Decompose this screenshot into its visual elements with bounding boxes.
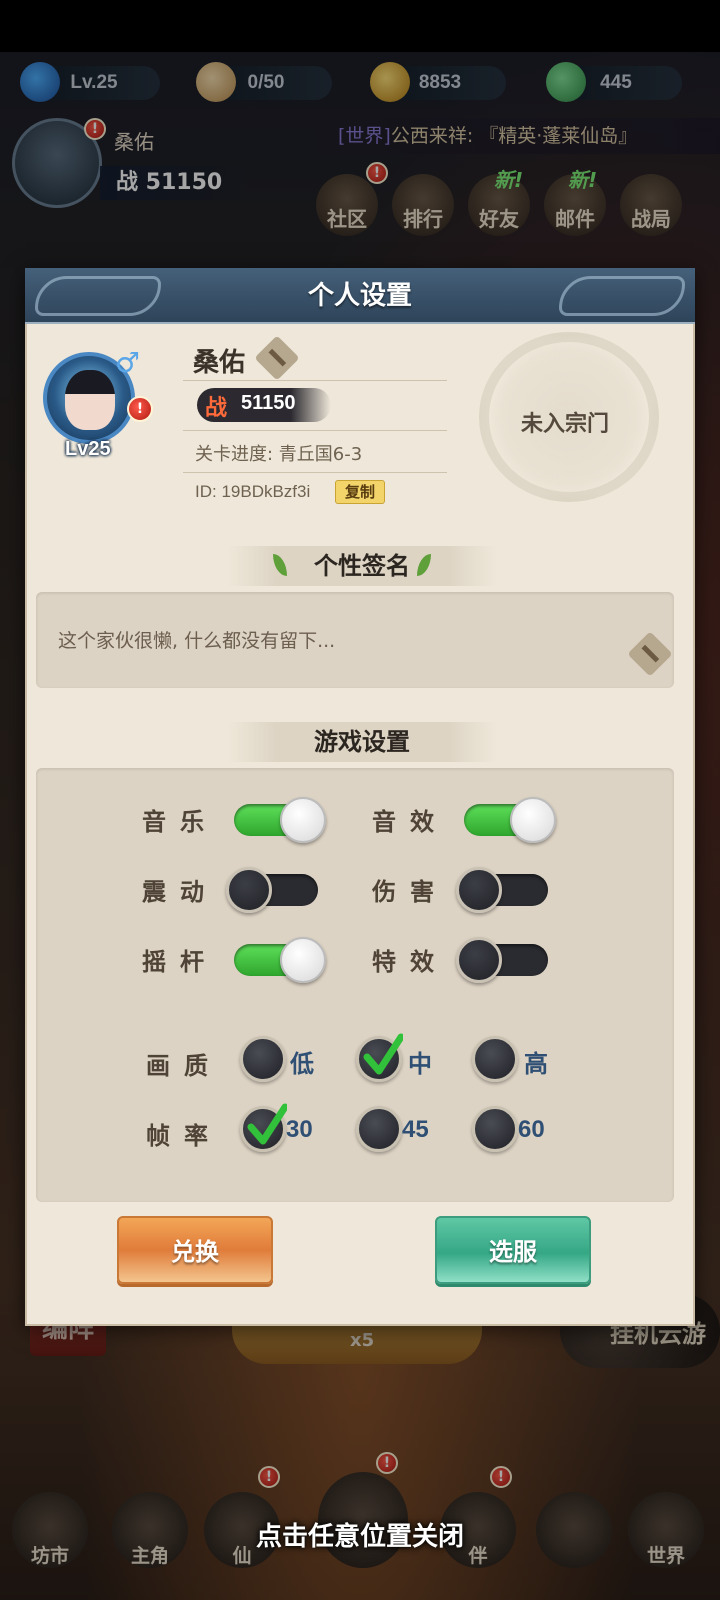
toggle-knob (226, 867, 272, 913)
divider (183, 380, 447, 381)
effects-label: 特效 (372, 947, 448, 976)
dialog-header: 个人设置 (25, 268, 695, 324)
sound-effect-toggle[interactable] (464, 797, 556, 843)
joystick-label: 摇杆 (142, 947, 218, 976)
quality-high-radio[interactable] (472, 1036, 518, 1082)
toggle-knob (280, 937, 326, 983)
quality-high-label: 高 (524, 1049, 548, 1078)
game-settings-header: 游戏设置 (227, 722, 497, 762)
framerate-30-radio[interactable] (240, 1103, 287, 1152)
framerate-label: 帧率 (146, 1121, 222, 1150)
power-icon: 战 (205, 395, 228, 421)
avatar-alert-icon: ! (127, 396, 153, 422)
effects-toggle[interactable] (456, 937, 548, 983)
music-toggle[interactable] (234, 797, 326, 843)
quality-label: 画质 (146, 1051, 222, 1080)
male-gender-icon: ♂ (115, 346, 141, 379)
vibration-label: 震动 (142, 877, 218, 906)
player-id: ID: 19BDkBzf3i (195, 482, 311, 501)
quality-low-label: 低 (290, 1049, 314, 1078)
damage-label: 伤害 (372, 877, 448, 906)
power-display: 战 51150 (197, 388, 331, 422)
signature-header: 个性签名 (227, 546, 497, 586)
quality-medium-label: 中 (408, 1049, 432, 1078)
stage-progress: 关卡进度: 青丘国6-3 (195, 444, 363, 465)
toggle-knob (456, 867, 502, 913)
signature-box[interactable]: 这个家伙很懒, 什么都没有留下... (36, 592, 674, 688)
framerate-60-radio[interactable] (472, 1106, 518, 1152)
exchange-button[interactable]: 兑换 (117, 1216, 273, 1284)
game-settings-box: 音乐 音效 震动 伤害 摇杆 特效 画质 低 中 高 帧率 30 45 60 (36, 768, 674, 1202)
avatar-portrait (65, 370, 115, 430)
check-icon (363, 1033, 403, 1075)
framerate-60-label: 60 (518, 1116, 545, 1143)
divider (183, 430, 447, 431)
power-value: 51150 (241, 392, 296, 414)
copy-id-button[interactable]: 复制 (335, 480, 385, 504)
music-label: 音乐 (142, 807, 218, 836)
toggle-knob (510, 797, 556, 843)
edit-signature-icon[interactable] (627, 631, 673, 677)
close-hint: 点击任意位置关闭 (255, 1522, 464, 1552)
joystick-toggle[interactable] (234, 937, 326, 983)
damage-toggle[interactable] (456, 867, 548, 913)
toggle-knob (280, 797, 326, 843)
player-name: 桑佑 (193, 348, 246, 378)
sound-effect-label: 音效 (372, 807, 448, 836)
framerate-45-radio[interactable] (356, 1106, 402, 1152)
personal-settings-dialog: 个人设置 ♂ ! Lv25 桑佑 战 51150 关卡进度: 青丘国6-3 ID… (25, 268, 695, 1326)
toggle-knob (456, 937, 502, 983)
dialog-title: 个人设置 (307, 281, 412, 311)
divider (183, 472, 447, 473)
select-server-button[interactable]: 选服 (435, 1216, 591, 1284)
quality-low-radio[interactable] (240, 1036, 286, 1082)
player-level: Lv25 (65, 438, 111, 460)
vibration-toggle[interactable] (226, 867, 318, 913)
framerate-30-label: 30 (286, 1116, 313, 1143)
quality-medium-radio[interactable] (356, 1033, 403, 1082)
framerate-45-label: 45 (402, 1116, 429, 1143)
sect-status: 未入宗门 (521, 411, 610, 437)
edit-name-icon[interactable] (254, 335, 300, 381)
signature-text: 这个家伙很懒, 什么都没有留下... (58, 630, 336, 652)
check-icon (247, 1103, 287, 1145)
